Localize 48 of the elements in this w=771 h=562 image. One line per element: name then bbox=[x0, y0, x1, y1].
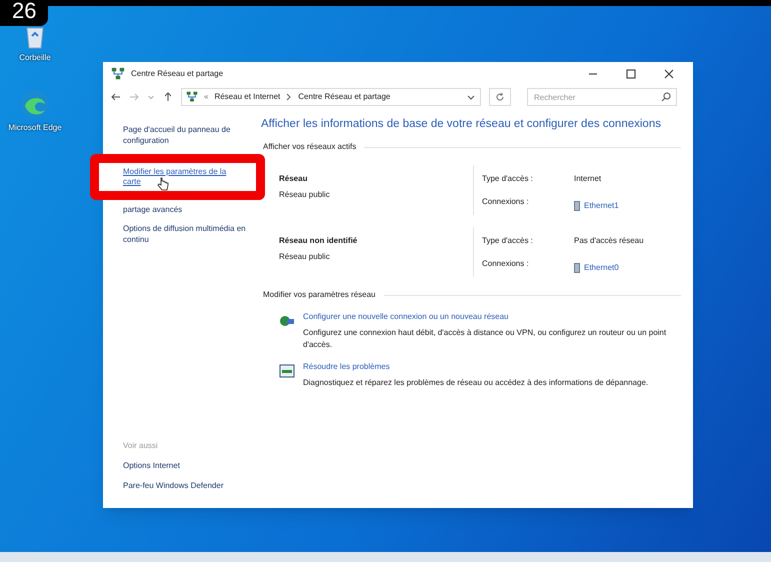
see-also-heading: Voir aussi bbox=[123, 440, 159, 452]
field-label: Connexions : bbox=[482, 258, 530, 270]
network-icon bbox=[111, 67, 125, 81]
network-category: Réseau public bbox=[279, 251, 331, 264]
task-description: Diagnostiquez et réparez les problèmes de réseau ou accédez à des informations de dépannage. bbox=[303, 377, 648, 390]
access-type: Pas d'accès réseau bbox=[574, 235, 644, 248]
access-type: Internet bbox=[574, 173, 602, 186]
close-icon[interactable] bbox=[664, 69, 674, 79]
refresh-button[interactable] bbox=[489, 88, 511, 106]
search-icon bbox=[661, 92, 671, 102]
task-description: Configurez une connexion haut débit, d'accès à distance ou VPN, ou configurez un routeur ou un point d'accès. bbox=[303, 327, 668, 352]
field-label: Connexions : bbox=[482, 196, 530, 208]
chevron-icon bbox=[286, 93, 292, 101]
maximize-icon[interactable] bbox=[626, 69, 636, 79]
sidebar-link[interactable]: partage avancés bbox=[123, 202, 255, 217]
network-category: Réseau public bbox=[279, 189, 331, 202]
breadcrumb-item[interactable]: Centre Réseau et partage bbox=[298, 91, 390, 103]
hand-cursor-icon bbox=[157, 177, 169, 191]
network-name: Réseau non identifié bbox=[279, 235, 358, 248]
see-also-link[interactable]: Pare-feu Windows Defender bbox=[123, 480, 255, 492]
connection-link[interactable]: Ethernet1 bbox=[584, 200, 619, 212]
sidebar-link[interactable]: Modifier les paramètres de la carte bbox=[123, 165, 241, 189]
sidebar-link[interactable]: Options de diffusion multimédia en continu bbox=[123, 221, 255, 247]
field-label: Type d'accès : bbox=[482, 235, 534, 248]
field-label: Type d'accès : bbox=[482, 173, 534, 186]
step-badge: 26 bbox=[0, 0, 48, 26]
refresh-icon[interactable] bbox=[495, 92, 505, 102]
connection-link[interactable]: Ethernet0 bbox=[584, 262, 619, 274]
ethernet-icon bbox=[574, 200, 580, 211]
breadcrumb-item[interactable]: Réseau et Internet bbox=[214, 91, 280, 103]
desktop-icon-label: Corbeille bbox=[19, 52, 51, 64]
search-field[interactable]: Rechercher bbox=[527, 88, 677, 106]
task-link[interactable]: Résoudre les problèmes bbox=[303, 361, 648, 374]
back-arrow-icon[interactable] bbox=[111, 92, 121, 102]
see-also-link[interactable]: Options Internet bbox=[123, 460, 255, 472]
page-heading: Afficher les informations de base de votre réseau et configurer des connexions bbox=[261, 117, 662, 132]
section-title: Modifier vos paramètres réseau bbox=[263, 289, 376, 302]
network-name: Réseau bbox=[279, 173, 308, 186]
network-icon bbox=[186, 91, 198, 103]
window-title: Centre Réseau et partage bbox=[131, 68, 224, 80]
sidebar-link[interactable]: Page d'accueil du panneau de configuration bbox=[123, 122, 255, 148]
section-title: Afficher vos réseaux actifs bbox=[263, 141, 356, 154]
address-bar[interactable]: « Réseau et Internet Centre Réseau et partage bbox=[181, 88, 481, 106]
task-link[interactable]: Configurer une nouvelle connexion ou un nouveau réseau bbox=[303, 311, 681, 324]
troubleshoot-icon bbox=[279, 363, 295, 380]
desktop-icon-label: Microsoft Edge bbox=[8, 122, 62, 134]
up-arrow-icon[interactable] bbox=[163, 92, 173, 102]
ethernet-icon bbox=[574, 262, 580, 273]
